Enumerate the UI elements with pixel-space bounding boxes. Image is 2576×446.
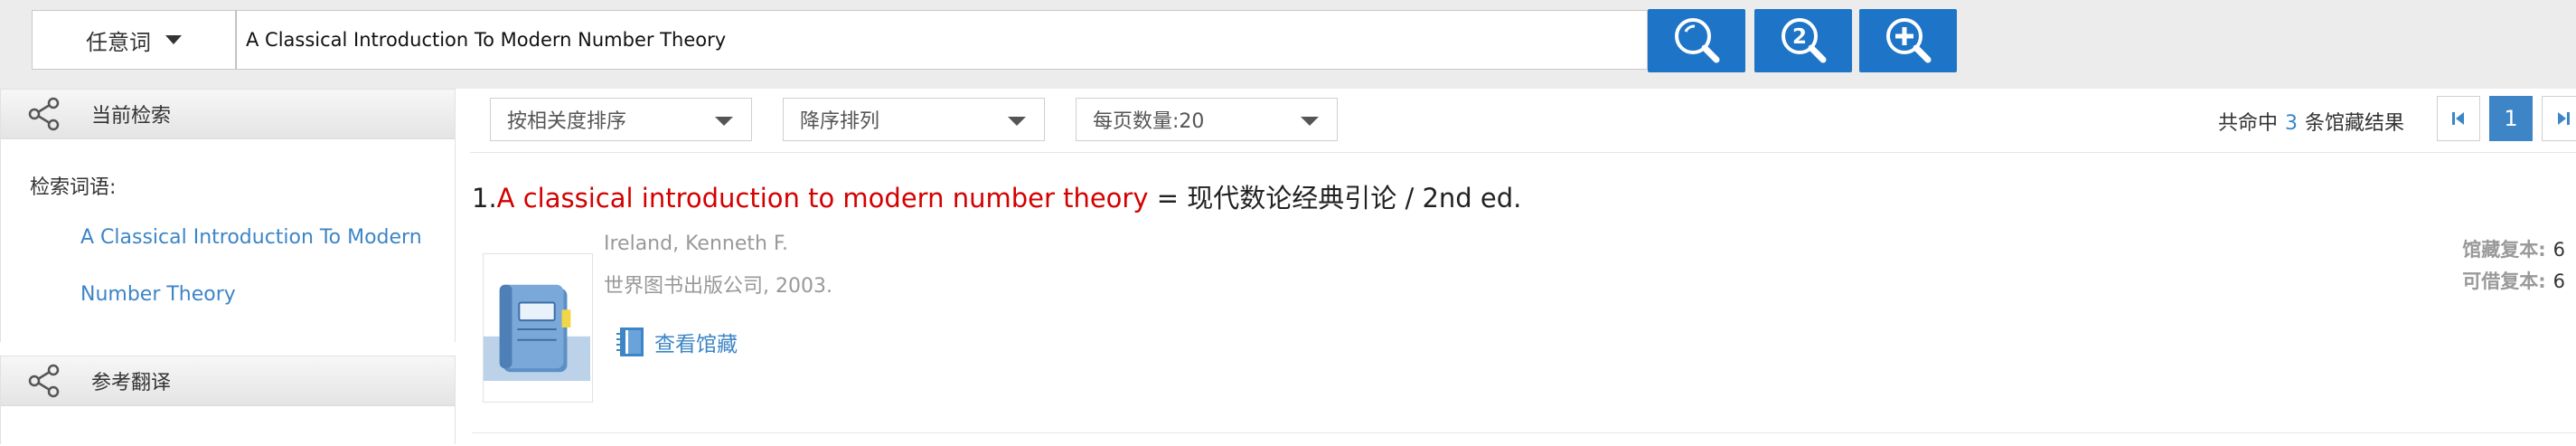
last-page-icon [2558, 112, 2570, 125]
search-bar: 任意词 2 [0, 0, 2576, 89]
available-label: 可借复本: [2462, 270, 2546, 292]
translation-title: 参考翻译 [91, 372, 172, 394]
available-stat: 可借复本: 6 [2462, 267, 2565, 294]
search-input[interactable] [236, 10, 1648, 70]
chevron-down-icon [715, 117, 733, 126]
result-count: 共命中 3 条馆藏结果 [2218, 107, 2404, 136]
keyword-label: 检索词语: [30, 176, 117, 199]
share-icon [28, 364, 60, 398]
keyword-link[interactable]: A Classical Introduction To Modern Numbe… [1, 200, 455, 323]
result-count-prefix: 共命中 [2217, 112, 2278, 135]
result-title: 1.A classical introduction to modern num… [472, 177, 1521, 215]
result-author: Ireland, Kenneth F. [604, 232, 789, 255]
translation-header: 参考翻译 [1, 356, 455, 406]
secondary-search-icon: 2 [1782, 18, 1827, 63]
search-button[interactable] [1648, 9, 1745, 72]
result-title-rest: = 现代数论经典引论 / 2nd ed. [1148, 183, 1522, 214]
page-button-1[interactable]: 1 [2489, 96, 2533, 141]
sort-select-label: 按相关度排序 [507, 110, 627, 133]
translation-panel: 参考翻译 [0, 356, 456, 446]
result-index: 1. [472, 183, 497, 214]
result-divider [472, 432, 2576, 433]
search-field-select[interactable]: 任意词 [32, 10, 236, 70]
keyword-link-line-2: Number Theory [80, 283, 236, 306]
first-page-button[interactable] [2437, 96, 2480, 141]
translation-body [1, 406, 455, 446]
search-icon [1675, 18, 1720, 63]
result-count-suffix: 条馆藏结果 [2304, 112, 2404, 135]
chevron-down-icon [1008, 117, 1026, 126]
copies-value: 6 [2552, 239, 2565, 261]
current-search-header: 当前检索 [1, 90, 455, 139]
result-title-link[interactable]: A classical introduction to modern numbe… [497, 183, 1149, 214]
advanced-search-button[interactable] [1859, 9, 1957, 72]
keyword-link-line-1: A Classical Introduction To Modern [80, 226, 422, 249]
notebook-icon [616, 327, 644, 356]
copies-label: 馆藏复本: [2462, 239, 2546, 261]
view-holdings-label: 查看馆藏 [654, 333, 738, 356]
svg-text:2: 2 [1792, 25, 1807, 49]
results-toolbar: 按相关度排序 降序排列 每页数量:20 共命中 3 条馆藏结果 1 [470, 89, 2576, 153]
advanced-search-icon [1886, 18, 1932, 63]
share-icon [28, 97, 60, 131]
search-field-label: 任意词 [86, 29, 151, 55]
sort-select[interactable]: 按相关度排序 [490, 98, 752, 141]
page-size-select[interactable]: 每页数量:20 [1076, 98, 1338, 141]
current-search-title: 当前检索 [91, 105, 172, 128]
current-search-panel: 当前检索 检索词语: A Classical Introduction To M… [0, 89, 456, 342]
order-select-label: 降序排列 [800, 110, 880, 133]
first-page-icon [2452, 112, 2464, 125]
result-count-number: 3 [2284, 112, 2298, 135]
last-page-button[interactable] [2542, 96, 2576, 141]
copies-stat: 馆藏复本: 6 [2462, 235, 2565, 262]
order-select[interactable]: 降序排列 [783, 98, 1045, 141]
book-icon [484, 284, 591, 382]
secondary-search-button[interactable]: 2 [1754, 9, 1852, 72]
view-holdings-link[interactable]: 查看馆藏 [616, 326, 738, 358]
chevron-down-icon [1301, 117, 1319, 126]
book-cover[interactable] [483, 253, 593, 403]
available-value: 6 [2552, 270, 2565, 292]
current-search-body: 检索词语: A Classical Introduction To Modern… [1, 139, 455, 342]
chevron-down-icon [165, 35, 182, 44]
result-publisher: 世界图书出版公司, 2003. [604, 275, 832, 298]
page-size-label: 每页数量:20 [1093, 110, 1205, 133]
